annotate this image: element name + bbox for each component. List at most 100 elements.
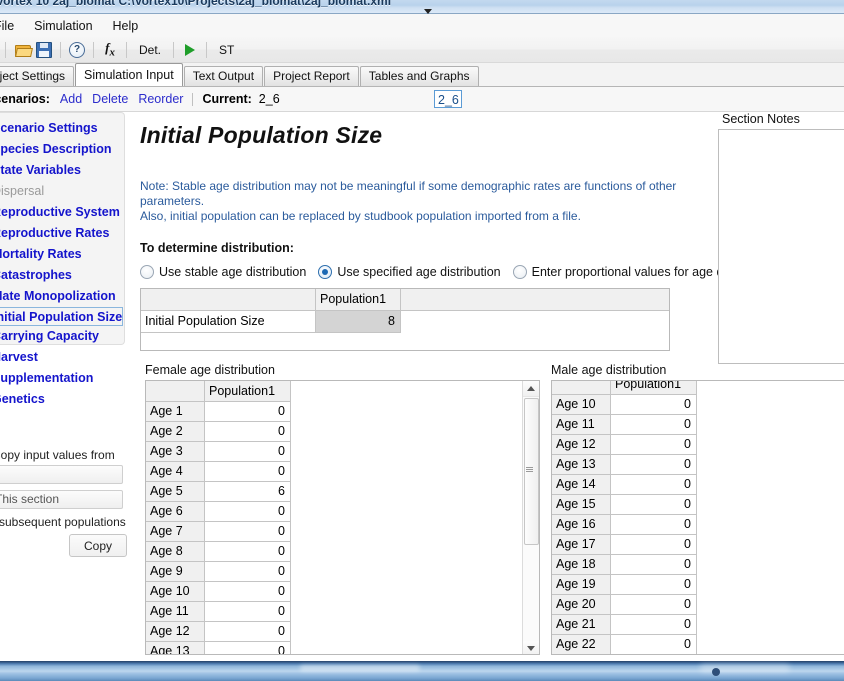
age-value-cell[interactable]: 0 <box>611 515 697 535</box>
window-titlebar: Vortex 10 2aj_biomat C:\Vortex10\Project… <box>0 0 844 14</box>
age-value-cell[interactable]: 0 <box>611 475 697 495</box>
scenarios-bar: Scenarios: Add Delete Reorder Current: 2… <box>0 87 844 112</box>
toolbar-separator <box>5 41 6 58</box>
age-value-cell[interactable]: 0 <box>205 422 291 442</box>
age-label-cell: Age 6 <box>146 502 205 522</box>
sidebar-item-reproductive-system[interactable]: Reproductive System <box>0 202 124 223</box>
table-row: Age 40 <box>146 462 291 482</box>
age-value-cell[interactable]: 0 <box>611 635 697 654</box>
sidebar-item-carrying-capacity[interactable]: Carrying Capacity <box>0 326 124 347</box>
tab-project-settings[interactable]: Project Settings <box>0 66 75 86</box>
copy-scope-select[interactable]: This section <box>0 490 123 509</box>
age-label-cell: Age 13 <box>146 642 205 654</box>
main-tab-strip: Project Settings Simulation Input Text O… <box>0 63 844 87</box>
sidebar-item-dispersal: Dispersal <box>0 184 45 198</box>
age-label-cell: Age 20 <box>552 595 611 615</box>
copy-panel-caption: Copy input values from <box>0 448 115 462</box>
run-play-icon[interactable] <box>179 39 201 61</box>
age-value-cell[interactable]: 0 <box>611 415 697 435</box>
age-value-cell[interactable]: 0 <box>205 542 291 562</box>
female-table-scrollbar[interactable] <box>522 381 539 654</box>
scenario-delete-link[interactable]: Delete <box>92 92 128 106</box>
radio-dot-icon <box>140 265 154 279</box>
age-value-cell[interactable]: 0 <box>611 495 697 515</box>
sidebar-item-mate-monopolization[interactable]: Mate Monopolization <box>0 286 124 307</box>
tab-project-report[interactable]: Project Report <box>264 66 359 86</box>
tab-tables-and-graphs[interactable]: Tables and Graphs <box>359 66 479 86</box>
age-value-cell[interactable]: 0 <box>205 602 291 622</box>
copy-source-select[interactable] <box>0 465 123 484</box>
age-label-cell: Age 12 <box>552 435 611 455</box>
sidebar-item-mortality-rates[interactable]: Mortality Rates <box>0 244 124 265</box>
open-folder-icon[interactable] <box>11 39 33 61</box>
table-corner-cell <box>146 381 205 402</box>
scroll-down-arrow-icon[interactable] <box>523 641 539 654</box>
table-row: Age 10 0 <box>552 395 697 415</box>
table-row: Age 17 0 <box>552 535 697 555</box>
age-value-cell[interactable]: 0 <box>205 442 291 462</box>
age-value-cell[interactable]: 0 <box>205 462 291 482</box>
tab-text-output[interactable]: Text Output <box>183 66 264 86</box>
sidebar-item-state-variables[interactable]: State Variables <box>0 160 124 181</box>
age-value-cell[interactable]: 0 <box>205 582 291 602</box>
function-fx-icon[interactable]: fx <box>99 39 121 61</box>
help-question-icon[interactable]: ? <box>66 39 88 61</box>
sidebar-item-reproductive-rates[interactable]: Reproductive Rates <box>0 223 124 244</box>
age-value-cell[interactable]: 0 <box>611 395 697 415</box>
save-disk-icon[interactable] <box>33 39 55 61</box>
age-value-cell[interactable]: 0 <box>611 615 697 635</box>
note-text: Note: Stable age distribution may not be… <box>140 179 712 224</box>
radio-use-stable-age-distribution[interactable]: Use stable age distribution <box>140 265 306 279</box>
menu-item-simulation[interactable]: Simulation <box>24 17 102 35</box>
current-scenario-value: 2_6 <box>258 92 280 106</box>
table-row: Age 70 <box>146 522 291 542</box>
age-value-cell[interactable]: 0 <box>205 502 291 522</box>
age-value-cell[interactable]: 0 <box>205 622 291 642</box>
age-value-cell[interactable]: 0 <box>611 595 697 615</box>
female-table-caption: Female age distribution <box>145 363 275 377</box>
age-label-cell: Age 10 <box>146 582 205 602</box>
sidebar-item-genetics[interactable]: Genetics <box>0 389 124 410</box>
age-label-cell: Age 12 <box>146 622 205 642</box>
scenario-value-input[interactable]: 2_6 <box>434 90 462 108</box>
tab-simulation-input[interactable]: Simulation Input <box>75 63 183 86</box>
grid-value-cell[interactable]: 8 <box>316 311 401 333</box>
age-label-cell: Age 14 <box>552 475 611 495</box>
chevron-down-icon[interactable] <box>424 9 432 14</box>
age-value-cell[interactable]: 0 <box>205 402 291 422</box>
sidebar-item-harvest[interactable]: Harvest <box>0 347 124 368</box>
age-value-cell[interactable]: 0 <box>611 455 697 475</box>
scenario-reorder-link[interactable]: Reorder <box>138 92 183 106</box>
sidebar-item-initial-population-size[interactable]: Initial Population Size <box>0 307 123 326</box>
st-button[interactable]: ST <box>212 43 241 57</box>
vortex-application-window: Vortex 10 2aj_biomat C:\Vortex10\Project… <box>0 0 844 681</box>
table-row: Age 22 0 <box>552 635 697 654</box>
age-value-cell[interactable]: 0 <box>611 535 697 555</box>
sidebar-item-scenario-settings[interactable]: Scenario Settings <box>0 118 124 139</box>
age-value-cell[interactable]: 0 <box>611 555 697 575</box>
deterministic-button[interactable]: Det. <box>132 43 168 57</box>
scroll-up-arrow-icon[interactable] <box>523 381 539 397</box>
note-line-1: Note: Stable age distribution may not be… <box>140 179 677 208</box>
age-value-cell[interactable]: 0 <box>611 575 697 595</box>
sidebar-item-catastrophes[interactable]: Catastrophes <box>0 265 124 286</box>
radio-use-specified-age-distribution[interactable]: Use specified age distribution <box>318 265 501 279</box>
age-value-cell[interactable]: 0 <box>205 642 291 654</box>
sidebar-item-species-description[interactable]: Species Description <box>0 139 124 160</box>
toolbar-separator <box>126 41 127 58</box>
scenario-add-link[interactable]: Add <box>60 92 82 106</box>
age-label-cell: Age 2 <box>146 422 205 442</box>
menu-item-help[interactable]: Help <box>103 17 149 35</box>
age-value-cell[interactable]: 0 <box>611 435 697 455</box>
age-value-cell[interactable]: 0 <box>205 522 291 542</box>
age-label-cell: Age 13 <box>552 455 611 475</box>
section-notes-textarea[interactable] <box>718 129 844 364</box>
copy-button[interactable]: Copy <box>69 534 127 557</box>
age-label-cell: Age 11 <box>146 602 205 622</box>
age-value-cell[interactable]: 0 <box>205 562 291 582</box>
sidebar-item-supplementation[interactable]: Supplementation <box>0 368 124 389</box>
table-row: Age 90 <box>146 562 291 582</box>
age-value-cell[interactable]: 6 <box>205 482 291 502</box>
table-row: Age 12 0 <box>552 435 697 455</box>
menu-item-file[interactable]: File <box>0 17 24 35</box>
